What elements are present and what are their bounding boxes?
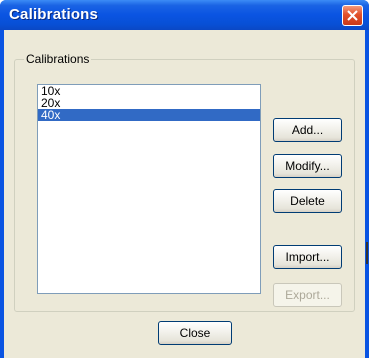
edge-divider — [366, 242, 368, 264]
list-item[interactable]: 10x — [38, 85, 260, 97]
group-legend: Calibrations — [24, 51, 92, 67]
import-button[interactable]: Import... — [273, 245, 342, 269]
title-bar[interactable]: Calibrations — [0, 0, 369, 30]
calibrations-dialog: Calibrations Calibrations 10x 20x 40x Ad… — [0, 0, 369, 358]
calibrations-list[interactable]: 10x 20x 40x — [37, 84, 261, 294]
delete-button[interactable]: Delete — [273, 189, 342, 213]
close-x-icon — [347, 10, 358, 21]
modify-button[interactable]: Modify... — [273, 154, 342, 178]
window-close-button[interactable] — [342, 5, 363, 26]
export-button: Export... — [273, 283, 342, 307]
list-item[interactable]: 20x — [38, 97, 260, 109]
dialog-title: Calibrations — [9, 6, 99, 23]
close-button[interactable]: Close — [158, 321, 232, 345]
list-item-selected[interactable]: 40x — [38, 109, 260, 121]
add-button[interactable]: Add... — [273, 118, 342, 142]
